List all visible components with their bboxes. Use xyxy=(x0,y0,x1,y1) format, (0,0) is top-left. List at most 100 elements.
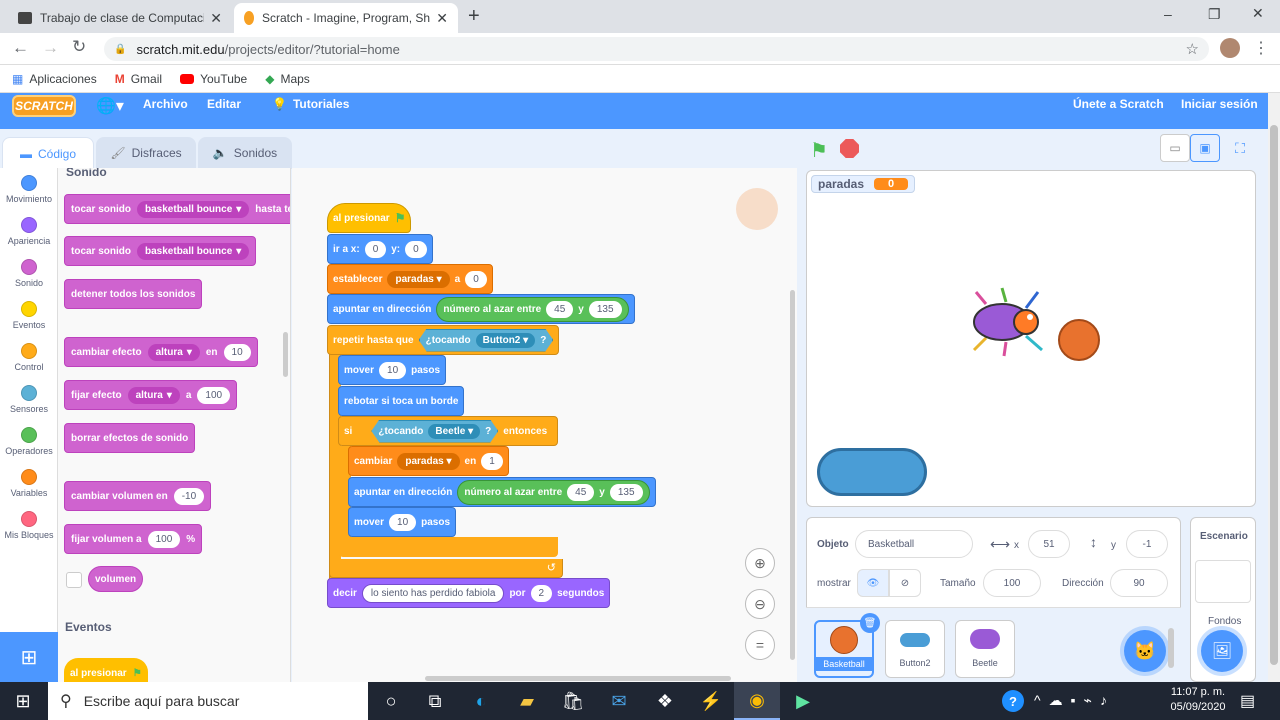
close-tab-icon[interactable]: ✕ xyxy=(210,10,222,27)
y-input[interactable]: -1 xyxy=(1126,530,1168,558)
add-sprite-button[interactable]: 🐱 xyxy=(1124,630,1166,672)
category-control[interactable]: Control xyxy=(0,343,58,372)
category-variables[interactable]: Variables xyxy=(0,469,58,498)
zoom-in-button[interactable]: ⊕ xyxy=(745,548,775,578)
url-bar[interactable]: 🔒 scratch.mit.edu/projects/editor/?tutor… xyxy=(104,37,1209,61)
menu-tutoriales[interactable]: 💡 Tutoriales xyxy=(272,97,349,111)
minimize-button[interactable]: – xyxy=(1164,6,1172,22)
move-steps-input[interactable]: 10 xyxy=(379,361,407,379)
random-to-input[interactable]: 135 xyxy=(609,483,643,501)
profile-avatar[interactable] xyxy=(1220,38,1240,58)
category-apariencia[interactable]: Apariencia xyxy=(0,217,58,246)
browser-tab-scratch[interactable]: Scratch - Imagine, Program, Share ✕ xyxy=(234,3,458,33)
clock[interactable]: 11:07 p. m. 05/09/2020 xyxy=(1166,686,1230,713)
bookmark-youtube[interactable]: YouTube xyxy=(180,72,247,86)
block-if-then[interactable]: si ¿tocando Beetle ▾? entonces xyxy=(338,416,558,446)
random-from-input[interactable]: 45 xyxy=(546,300,574,318)
block-play-sound-until-done[interactable]: tocar sonidobasketball bounce▾hasta term xyxy=(64,194,290,224)
page-scrollbar-thumb[interactable] xyxy=(1270,125,1278,665)
zoom-reset-button[interactable]: = xyxy=(745,630,775,660)
basketball-sprite[interactable] xyxy=(1058,319,1100,361)
touching-object-dropdown[interactable]: Button2 ▾ xyxy=(476,333,536,348)
volume-change-input[interactable]: -10 xyxy=(173,487,205,505)
close-window-button[interactable]: ✕ xyxy=(1252,5,1264,22)
maximize-button[interactable]: ❐ xyxy=(1208,6,1221,23)
bookmark-gmail[interactable]: M Gmail xyxy=(115,72,162,86)
block-point-in-direction[interactable]: apuntar en dirección número al azar entre… xyxy=(348,477,656,507)
windows-start-icon[interactable]: ⊞ xyxy=(0,682,46,720)
random-to-input[interactable]: 135 xyxy=(588,300,622,318)
browser-tab-classroom[interactable]: Trabajo de clase de Computación ✕ xyxy=(8,3,232,33)
block-point-in-direction[interactable]: apuntar en dirección número al azar entre… xyxy=(327,294,635,324)
file-explorer-icon[interactable]: ▰ xyxy=(504,682,550,720)
random-from-input[interactable]: 45 xyxy=(567,483,595,501)
task-view-icon[interactable]: ⧉ xyxy=(412,682,458,720)
join-scratch-link[interactable]: Únete a Scratch xyxy=(1073,97,1164,111)
block-start-sound[interactable]: tocar sonido basketball bounce ▾ xyxy=(64,236,257,266)
variable-dropdown[interactable]: paradas ▾ xyxy=(387,270,450,288)
tab-sounds[interactable]: 🔈 Sonidos xyxy=(198,137,292,169)
touching-object-dropdown[interactable]: Beetle ▾ xyxy=(428,424,480,439)
volume-set-input[interactable]: 100 xyxy=(147,530,181,548)
notifications-icon[interactable]: ▤ xyxy=(1240,691,1255,711)
category-eventos[interactable]: Eventos xyxy=(0,301,58,330)
effect-change-input[interactable]: 10 xyxy=(223,343,251,361)
goto-y-input[interactable]: 0 xyxy=(405,240,427,258)
block-say-for-secs[interactable]: decir lo siento has perdido fabiola por 2 se… xyxy=(327,578,611,608)
effect-dropdown[interactable]: altura ▾ xyxy=(127,386,180,404)
app-arrow-icon[interactable]: ⚡ xyxy=(688,682,734,720)
add-extension-button[interactable]: ⊞ xyxy=(0,632,58,682)
chrome-menu-icon[interactable]: ⋮ xyxy=(1253,38,1269,58)
store-icon[interactable]: 🛍 xyxy=(550,682,596,720)
bookmark-apps[interactable]: ▦ Aplicaciones xyxy=(12,72,97,86)
delete-sprite-button[interactable]: 🗑 xyxy=(860,613,880,633)
block-clear-sound-effects[interactable]: borrar efectos de sonido xyxy=(64,423,196,453)
sprite-tile-button2[interactable]: Button2 xyxy=(885,620,945,678)
sprite-name-input[interactable]: Basketball xyxy=(855,530,973,558)
close-tab-icon[interactable]: ✕ xyxy=(436,10,448,27)
show-visible-button[interactable]: 👁 xyxy=(857,569,889,597)
fullscreen-button[interactable]: ⛶ xyxy=(1225,134,1255,162)
variable-dropdown[interactable]: paradas ▾ xyxy=(397,452,460,470)
category-movimiento[interactable]: Movimiento xyxy=(0,175,58,204)
random-reporter[interactable]: número al azar entre 45 y 135 xyxy=(436,296,629,322)
sound-dropdown[interactable]: basketball bounce ▾ xyxy=(137,242,250,260)
block-repeat-until[interactable]: repetir hasta que ¿tocando Button2 ▾? xyxy=(327,325,560,355)
show-hidden-button[interactable]: ⊘ xyxy=(889,569,921,597)
beetle-sprite[interactable] xyxy=(966,284,1056,360)
globe-language-icon[interactable]: 🌐▾ xyxy=(96,96,124,116)
sprite-tile-beetle[interactable]: Beetle xyxy=(955,620,1015,678)
touching-reporter[interactable]: ¿tocando Button2 ▾? xyxy=(419,329,554,352)
app-green-icon[interactable]: ▶ xyxy=(780,682,826,720)
block-set-variable[interactable]: establecer paradas ▾ a 0 xyxy=(327,264,493,294)
bookmark-maps[interactable]: ◆ Maps xyxy=(265,72,310,86)
block-change-effect[interactable]: cambiar efecto altura ▾ en 10 xyxy=(64,337,258,367)
category-mis-bloques[interactable]: Mis Bloques xyxy=(0,511,58,540)
bookmark-star-icon[interactable]: ☆ xyxy=(1186,40,1199,58)
block-bounce-on-edge[interactable]: rebotar si toca un borde xyxy=(338,386,465,416)
volume-monitor-checkbox[interactable] xyxy=(66,572,82,588)
effect-dropdown[interactable]: altura ▾ xyxy=(147,343,200,361)
block-set-volume[interactable]: fijar volumen a 100% xyxy=(64,524,203,554)
category-operadores[interactable]: Operadores xyxy=(0,427,58,456)
scratch-logo[interactable]: SCRATCH xyxy=(12,95,76,117)
say-text-input[interactable]: lo siento has perdido fabiola xyxy=(361,583,505,603)
menu-archivo[interactable]: Archivo xyxy=(143,97,188,111)
random-reporter[interactable]: número al azar entre 45 y 135 xyxy=(457,479,650,505)
variable-monitor[interactable]: paradas 0 xyxy=(811,175,916,193)
system-tray-icons[interactable]: ^☁▪⌁♪ xyxy=(1034,692,1115,709)
code-vertical-scrollbar[interactable] xyxy=(790,290,795,660)
cortana-icon[interactable]: ○ xyxy=(368,682,414,720)
set-var-input[interactable]: 0 xyxy=(465,270,487,288)
palette-scrollbar[interactable] xyxy=(283,332,288,377)
large-stage-button[interactable]: ▣ xyxy=(1190,134,1220,162)
sprite-list-scrollbar[interactable] xyxy=(1168,628,1174,668)
new-tab-button[interactable]: + xyxy=(468,5,480,28)
tab-code[interactable]: ▬ Código xyxy=(2,137,94,169)
chrome-taskbar-icon[interactable]: ◉ xyxy=(734,682,780,720)
x-input[interactable]: 51 xyxy=(1028,530,1070,558)
block-when-flag-clicked[interactable]: al presionar ⚑ xyxy=(327,203,411,233)
direction-input[interactable]: 90 xyxy=(1110,569,1168,597)
block-volume-reporter[interactable]: volumen xyxy=(88,566,144,592)
goto-x-input[interactable]: 0 xyxy=(364,240,387,258)
